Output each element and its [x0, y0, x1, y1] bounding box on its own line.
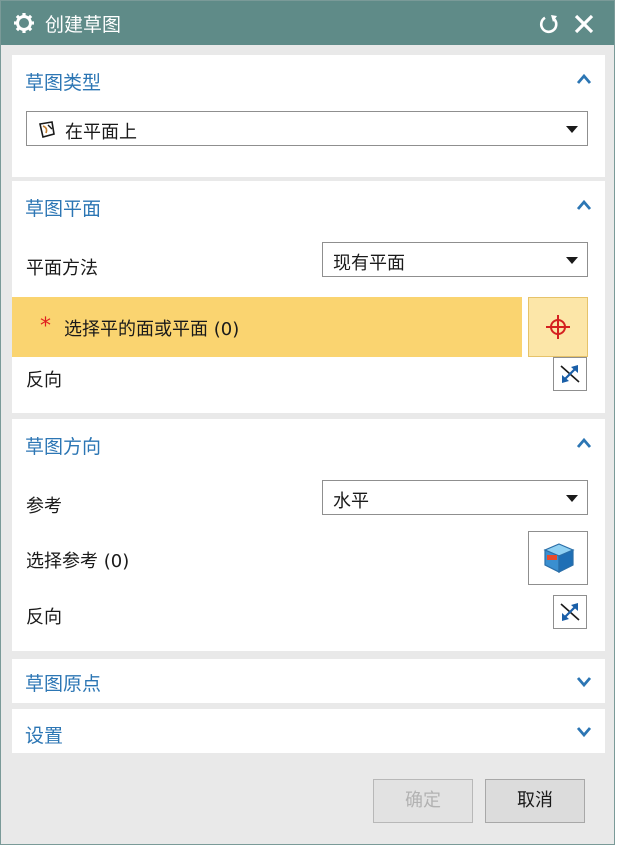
cancel-button[interactable]: 取消: [485, 779, 585, 823]
section-title: 草图平面: [25, 198, 102, 220]
reference-value: 水平: [333, 491, 369, 512]
section-settings[interactable]: 设置: [12, 709, 605, 753]
reverse-plane-button[interactable]: [553, 357, 587, 391]
sketch-type-value: 在平面上: [65, 122, 137, 143]
reverse-label: 反向: [26, 370, 62, 391]
crosshair-icon: [546, 315, 570, 339]
gear-icon[interactable]: [13, 12, 35, 34]
select-plane-row[interactable]: * 选择平的面或平面 (0): [12, 297, 522, 357]
section-header-sketch-orientation[interactable]: 草图方向: [12, 419, 605, 469]
section-sketch-plane: 草图平面 平面方法 现有平面 * 选择平的面或平面 (0) 反向: [12, 181, 605, 413]
section-sketch-orientation: 草图方向 参考 水平 选择参考 (0) 反向: [12, 419, 605, 651]
ok-button[interactable]: 确定: [373, 779, 473, 823]
section-header-sketch-type[interactable]: 草图类型: [12, 55, 605, 105]
chevron-down-icon[interactable]: [574, 724, 594, 740]
section-header-sketch-plane[interactable]: 草图平面: [12, 181, 605, 231]
dialog-title: 创建草图: [45, 14, 122, 36]
section-sketch-origin[interactable]: 草图原点: [12, 659, 605, 703]
plane-method-select[interactable]: 现有平面: [322, 242, 588, 277]
select-reference-label: 选择参考 (0): [26, 551, 130, 572]
title-bar: 创建草图: [1, 1, 614, 45]
plane-method-label: 平面方法: [26, 258, 98, 279]
section-title: 设置: [25, 725, 64, 747]
chevron-up-icon[interactable]: [574, 197, 594, 213]
required-mark: *: [40, 314, 51, 339]
dropdown-arrow-icon: [566, 257, 578, 264]
select-plane-button[interactable]: [528, 297, 588, 357]
select-plane-label: 选择平的面或平面 (0): [64, 319, 240, 340]
chevron-up-icon[interactable]: [574, 71, 594, 87]
cube-face-icon: [543, 543, 575, 573]
section-title: 草图方向: [25, 436, 102, 458]
select-reference-button[interactable]: [528, 531, 588, 585]
chevron-down-icon[interactable]: [574, 674, 594, 690]
sketch-on-plane-icon: [39, 121, 55, 138]
reverse-label: 反向: [26, 607, 62, 628]
dropdown-arrow-icon: [566, 126, 578, 133]
chevron-up-icon[interactable]: [574, 435, 594, 451]
close-icon[interactable]: [572, 12, 596, 36]
section-title: 草图类型: [25, 72, 102, 94]
create-sketch-dialog: 创建草图 草图类型 在平面上 草图平面 平面方法 现有平面 * 选择平的面或平面…: [0, 0, 615, 845]
sketch-type-select[interactable]: 在平面上: [26, 111, 588, 146]
dropdown-arrow-icon: [566, 495, 578, 502]
reset-icon[interactable]: [537, 12, 561, 36]
reference-select[interactable]: 水平: [322, 480, 588, 515]
reverse-direction-icon: [560, 603, 580, 621]
reverse-orientation-button[interactable]: [553, 595, 587, 629]
reverse-direction-icon: [560, 365, 580, 383]
plane-method-value: 现有平面: [333, 253, 405, 274]
section-sketch-type: 草图类型 在平面上: [12, 55, 605, 177]
reference-label: 参考: [26, 496, 62, 517]
section-title: 草图原点: [25, 673, 102, 695]
